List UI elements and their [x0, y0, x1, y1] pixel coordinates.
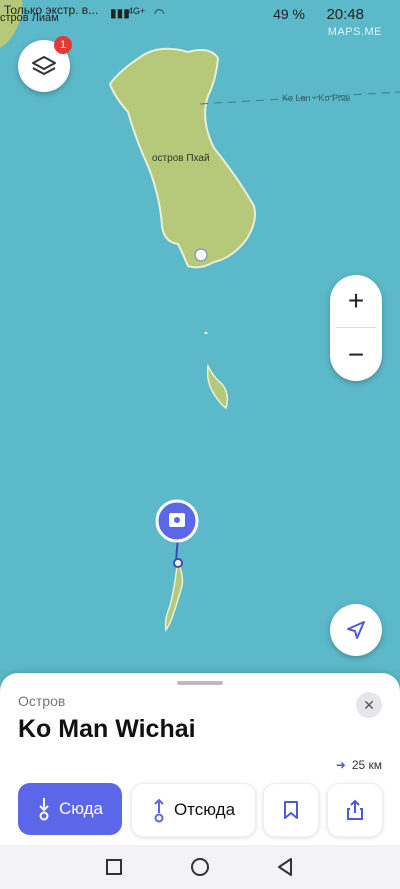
layers-badge: 1 — [54, 36, 72, 54]
zoom-divider — [336, 327, 376, 328]
zoom-out-button[interactable]: − — [330, 329, 382, 381]
map-label-top-left: стров Лиам — [0, 12, 59, 24]
poi-marker[interactable] — [194, 248, 208, 262]
route-to-button[interactable]: Сюда — [18, 783, 122, 835]
map-label-ferry: Ko Lan - Ko Phai — [282, 93, 351, 103]
home-button[interactable] — [188, 855, 212, 879]
bookmark-button[interactable] — [263, 783, 319, 837]
share-icon — [347, 799, 363, 820]
my-location-button[interactable] — [330, 604, 382, 656]
share-button[interactable] — [327, 783, 383, 837]
maps-me-watermark: MAPS.ME — [327, 26, 382, 38]
sheet-drag-handle[interactable] — [177, 681, 223, 685]
action-bar: Сюда Отсюда — [0, 783, 400, 837]
direction-arrow-icon: ➜ — [335, 758, 346, 772]
square-icon — [106, 859, 122, 875]
pin-anchor — [173, 558, 183, 568]
navigation-arrow-icon — [347, 621, 365, 639]
status-time: 20:48 — [326, 6, 364, 23]
route-to-label: Сюда — [58, 799, 104, 818]
route-from-button[interactable]: Отсюда — [131, 783, 256, 837]
place-distance: ➜ 25 км — [336, 758, 382, 772]
route-from-label: Отсюда — [173, 800, 236, 819]
close-icon: ✕ — [363, 696, 375, 713]
route-from-icon — [154, 798, 164, 823]
place-category: Остров — [18, 693, 66, 709]
bookmark-icon — [284, 801, 298, 819]
map-label-island: остров Пхай — [152, 153, 210, 164]
place-page-sheet[interactable]: Остров Ko Man Wichai ✕ ➜ 25 км Сюда Отсюд… — [0, 673, 400, 845]
triangle-back-icon — [278, 858, 292, 876]
circle-icon — [191, 858, 209, 876]
route-to-icon — [39, 798, 49, 821]
wifi-icon: ◠ — [154, 6, 165, 20]
back-button[interactable] — [273, 855, 297, 879]
layers-icon — [32, 56, 56, 75]
system-nav-bar — [0, 845, 400, 889]
close-button[interactable]: ✕ — [356, 692, 382, 718]
distance-value: 25 км — [351, 758, 382, 772]
battery-level: 49 % — [273, 6, 305, 22]
pin-glyph-dot — [174, 517, 180, 523]
zoom-control: + − — [330, 275, 382, 381]
zoom-in-button[interactable]: + — [330, 275, 382, 327]
recents-button[interactable] — [102, 855, 126, 879]
network-type: 4G+ — [128, 6, 146, 16]
place-title: Ko Man Wichai — [18, 715, 196, 743]
signal-icon: ▮▮▮ — [110, 6, 130, 20]
